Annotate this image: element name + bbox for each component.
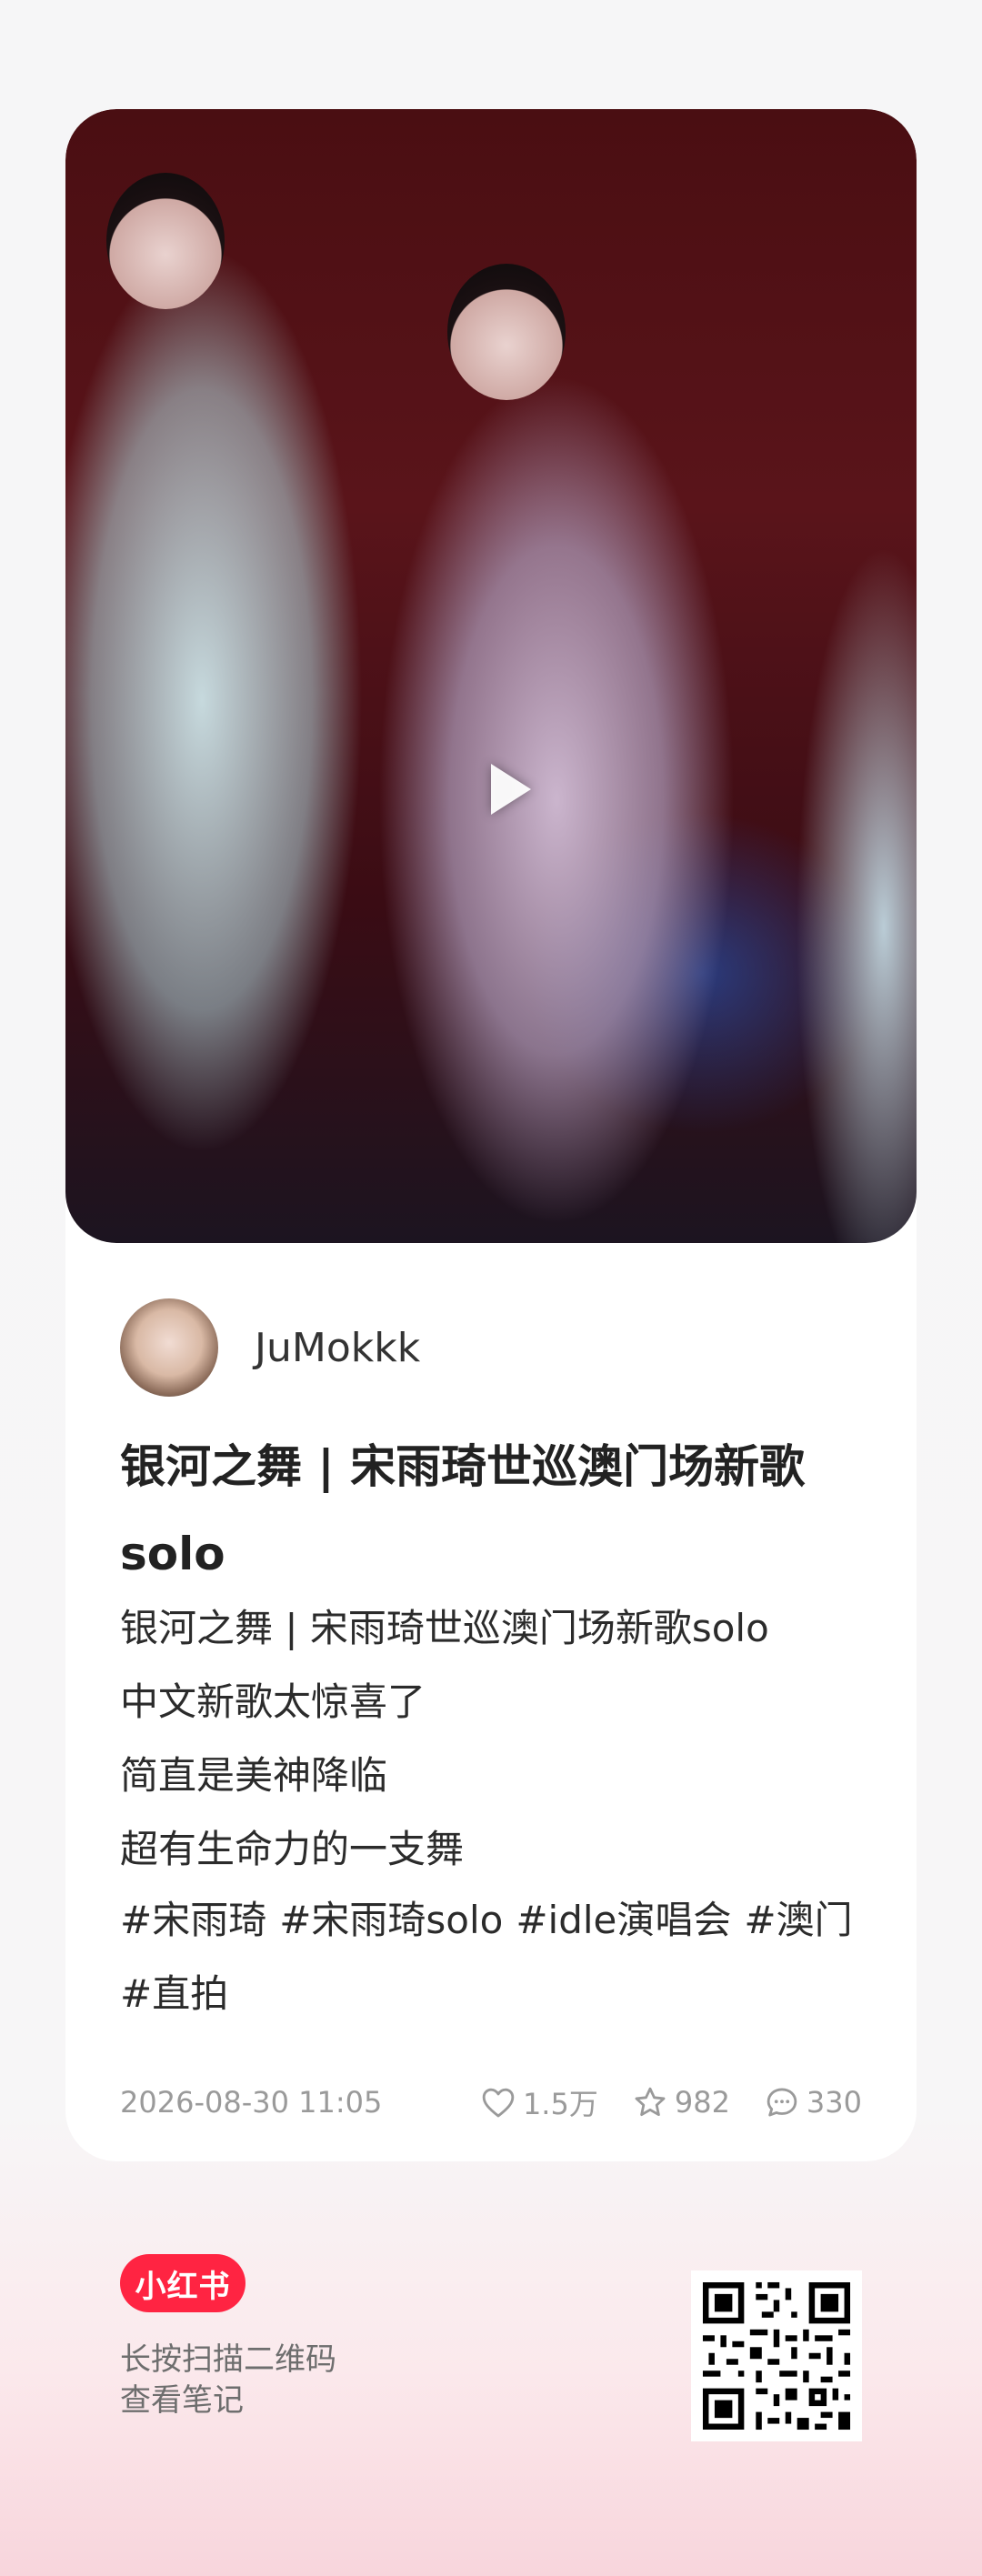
like-count: 1.5万	[522, 2087, 598, 2121]
comment-icon	[767, 2088, 797, 2117]
play-icon[interactable]	[491, 764, 531, 815]
post-date: 2026-08-30 11:05	[120, 2085, 383, 2120]
post-meta: 2026-08-30 11:05 1.5万 982 330	[120, 2075, 862, 2130]
body-line: 银河之舞 | 宋雨琦世巡澳门场新歌solo	[120, 1606, 769, 1650]
scan-hint-line: 查看笔记	[120, 2382, 244, 2419]
video-cover[interactable]	[65, 109, 917, 1243]
qr-code-icon	[691, 2270, 862, 2441]
collect-count: 982	[674, 2085, 730, 2120]
post-body: 银河之舞 | 宋雨琦世巡澳门场新歌solo 中文新歌太惊喜了 简直是美神降临 超…	[120, 1591, 875, 1886]
scan-hint-line: 长按扫描二维码	[120, 2341, 336, 2378]
hashtag[interactable]: #idle演唱会	[516, 1898, 731, 1942]
star-icon	[635, 2087, 666, 2117]
comment-stat[interactable]: 330	[765, 2085, 862, 2120]
body-line: 超有生命力的一支舞	[120, 1827, 465, 1871]
scan-hint: 长按扫描二维码 查看笔记	[120, 2340, 336, 2421]
xiaohongshu-logo: 小红书	[120, 2254, 246, 2312]
hashtag[interactable]: #澳门	[744, 1898, 852, 1942]
note-card: JuMokkk 银河之舞 | 宋雨琦世巡澳门场新歌solo 银河之舞 | 宋雨琦…	[65, 109, 917, 2161]
post-title: 银河之舞 | 宋雨琦世巡澳门场新歌solo	[120, 1440, 806, 1580]
author-name[interactable]: JuMokkk	[255, 1325, 420, 1371]
comment-count: 330	[806, 2085, 862, 2120]
hashtag[interactable]: #直拍	[120, 1971, 228, 2016]
body-line: 中文新歌太惊喜了	[120, 1679, 426, 1724]
hashtag[interactable]: #宋雨琦solo	[279, 1898, 503, 1942]
like-stat[interactable]: 1.5万	[481, 2081, 598, 2123]
collect-stat[interactable]: 982	[633, 2085, 730, 2120]
hashtag[interactable]: #宋雨琦	[120, 1898, 266, 1942]
avatar[interactable]	[120, 1298, 218, 1397]
heart-icon	[482, 2088, 515, 2118]
tag-list: #宋雨琦 #宋雨琦solo #idle演唱会 #澳门 #直拍	[120, 1883, 875, 2030]
author-row[interactable]: JuMokkk	[120, 1298, 420, 1398]
body-line: 简直是美神降临	[120, 1753, 388, 1798]
dancer-figure-left	[106, 173, 225, 309]
qr-code[interactable]	[691, 2270, 862, 2441]
dancer-figure-center	[447, 264, 566, 400]
